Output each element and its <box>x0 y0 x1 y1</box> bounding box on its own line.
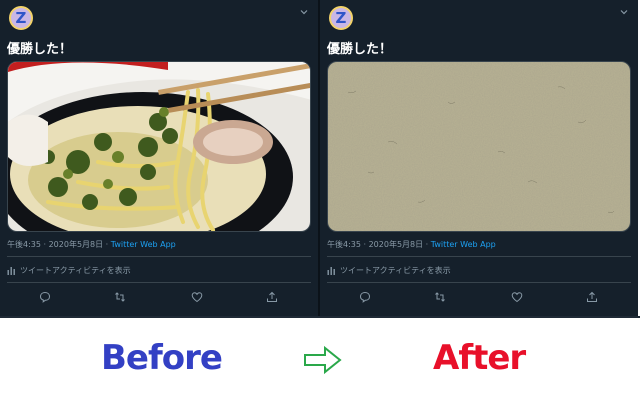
avatar[interactable]: Z <box>329 6 353 30</box>
retweet-button[interactable] <box>432 289 448 305</box>
tweet-source-link[interactable]: Twitter Web App <box>431 240 496 249</box>
tweet-meta: 午後4:35 · 2020年5月8日 · Twitter Web App <box>7 239 176 250</box>
caption-after: After <box>433 338 526 378</box>
tweet-text: 優勝した！ <box>327 42 393 57</box>
tweet-source-link[interactable]: Twitter Web App <box>111 240 176 249</box>
avatar-letter: Z <box>335 9 347 27</box>
like-button[interactable] <box>189 289 205 305</box>
divider <box>327 282 631 283</box>
tweet-text: 優勝した！ <box>7 42 73 57</box>
paper-texture[interactable] <box>327 61 631 232</box>
tweet-activity-link[interactable]: ツイートアクティビティを表示 <box>7 265 131 276</box>
tweet-actions <box>320 289 638 307</box>
retweet-button[interactable] <box>112 289 128 305</box>
divider <box>7 256 311 257</box>
share-button[interactable] <box>584 289 600 305</box>
divider <box>7 282 311 283</box>
retweet-icon <box>115 292 125 302</box>
share-button[interactable] <box>264 289 280 305</box>
arrow-right-icon <box>303 345 343 375</box>
like-button[interactable] <box>509 289 525 305</box>
bar-chart-icon <box>7 267 15 275</box>
avatar-letter: Z <box>15 9 27 27</box>
divider <box>0 316 640 318</box>
tweet-activity-link[interactable]: ツイートアクティビティを表示 <box>327 265 451 276</box>
tweet-panel-after: Z 優勝した！ 午後4:35 · 2020年5月8日 · Twitter Web… <box>320 0 638 316</box>
share-icon <box>587 291 597 302</box>
tweet-activity-label: ツイートアクティビティを表示 <box>20 266 131 275</box>
like-icon <box>191 292 203 303</box>
share-icon <box>267 291 277 302</box>
tweet-activity-label: ツイートアクティビティを表示 <box>340 266 451 275</box>
tweet-actions <box>0 289 318 307</box>
tweet-meta: 午後4:35 · 2020年5月8日 · Twitter Web App <box>327 239 496 250</box>
tweet-panel-before: Z 優勝した！ 午後4:35 · 2020年5月8日 · Twitter Web… <box>0 0 318 316</box>
avatar[interactable]: Z <box>9 6 33 30</box>
reply-button[interactable] <box>37 289 53 305</box>
retweet-icon <box>435 292 445 302</box>
reply-icon <box>359 291 371 303</box>
tweet-timestamp[interactable]: 午後4:35 · 2020年5月8日 · <box>327 240 431 249</box>
like-icon <box>511 292 523 303</box>
divider <box>327 256 631 257</box>
chevron-down-icon[interactable] <box>620 8 628 16</box>
bar-chart-icon <box>327 267 335 275</box>
caption-before: Before <box>101 338 223 378</box>
tweet-timestamp[interactable]: 午後4:35 · 2020年5月8日 · <box>7 240 111 249</box>
chevron-down-icon[interactable] <box>300 8 308 16</box>
reply-button[interactable] <box>357 289 373 305</box>
ramen-photo[interactable] <box>7 61 311 232</box>
reply-icon <box>39 291 51 303</box>
